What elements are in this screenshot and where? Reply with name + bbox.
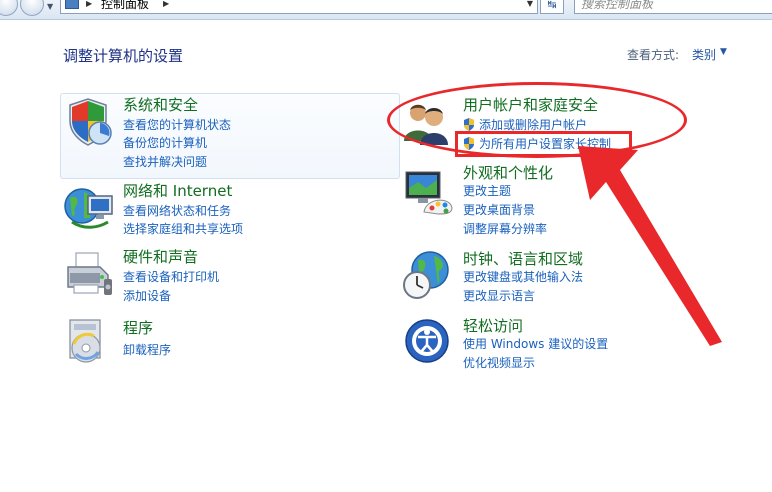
link-adjust-screen-resolution[interactable]: 调整屏幕分辨率	[463, 222, 547, 237]
link-change-desktop-background[interactable]: 更改桌面背景	[463, 203, 535, 218]
breadcrumb-separator-icon[interactable]: ▶	[86, 0, 92, 10]
link-change-display-language[interactable]: 更改显示语言	[463, 289, 535, 304]
link-add-device[interactable]: 添加设备	[123, 289, 171, 304]
link-homegroup-sharing[interactable]: 选择家庭组和共享选项	[123, 222, 243, 237]
category-title-programs[interactable]: 程序	[123, 319, 153, 337]
programs-disc-icon[interactable]	[64, 318, 110, 364]
address-bar: ▼ ▶ 控制面板 ▶ ▼ ↹ 搜索控制面板	[0, 0, 772, 20]
search-input[interactable]: 搜索控制面板	[574, 0, 772, 14]
category-title-ease-of-access[interactable]: 轻松访问	[463, 317, 523, 335]
view-by-dropdown[interactable]: 类别	[692, 46, 716, 63]
link-backup-computer[interactable]: 备份您的计算机	[123, 136, 207, 151]
forward-button[interactable]	[20, 0, 44, 16]
link-devices-printers[interactable]: 查看设备和打印机	[123, 270, 219, 285]
search-placeholder: 搜索控制面板	[581, 0, 654, 11]
link-view-network-status[interactable]: 查看网络状态和任务	[123, 204, 231, 219]
annotation-arrow	[578, 146, 722, 346]
link-troubleshoot[interactable]: 查找并解决问题	[123, 155, 207, 170]
printer-icon[interactable]	[64, 249, 114, 299]
breadcrumb-separator-icon[interactable]: ▶	[163, 0, 169, 10]
link-view-computer-status[interactable]: 查看您的计算机状态	[123, 118, 231, 133]
shield-icon[interactable]	[64, 97, 114, 147]
link-optimize-video-display[interactable]: 优化视频显示	[463, 356, 535, 371]
category-title-appearance[interactable]: 外观和个性化	[463, 164, 553, 182]
control-panel-icon	[65, 0, 79, 9]
link-uninstall-program[interactable]: 卸载程序	[123, 343, 171, 358]
category-title-system-security[interactable]: 系统和安全	[123, 96, 198, 114]
back-button[interactable]	[0, 0, 18, 16]
page-title: 调整计算机的设置	[63, 47, 184, 65]
category-title-hardware-sound[interactable]: 硬件和声音	[123, 248, 198, 266]
breadcrumb-control-panel[interactable]: 控制面板	[101, 0, 149, 11]
category-title-network-internet[interactable]: 网络和 Internet	[123, 182, 232, 200]
chevron-down-icon[interactable]: ▼	[720, 47, 727, 57]
recent-pages-dropdown-icon[interactable]: ▼	[47, 0, 57, 14]
clock-globe-icon[interactable]	[402, 250, 452, 300]
network-globe-icon[interactable]	[62, 182, 114, 232]
monitor-palette-icon[interactable]	[402, 168, 454, 216]
address-field[interactable]: ▶ 控制面板 ▶ ▼	[60, 0, 538, 14]
ease-of-access-icon[interactable]	[404, 318, 450, 364]
refresh-button[interactable]: ↹	[540, 0, 564, 14]
address-dropdown-icon[interactable]: ▼	[527, 0, 533, 10]
link-change-theme[interactable]: 更改主题	[463, 184, 511, 199]
view-by-label: 查看方式:	[627, 48, 680, 62]
